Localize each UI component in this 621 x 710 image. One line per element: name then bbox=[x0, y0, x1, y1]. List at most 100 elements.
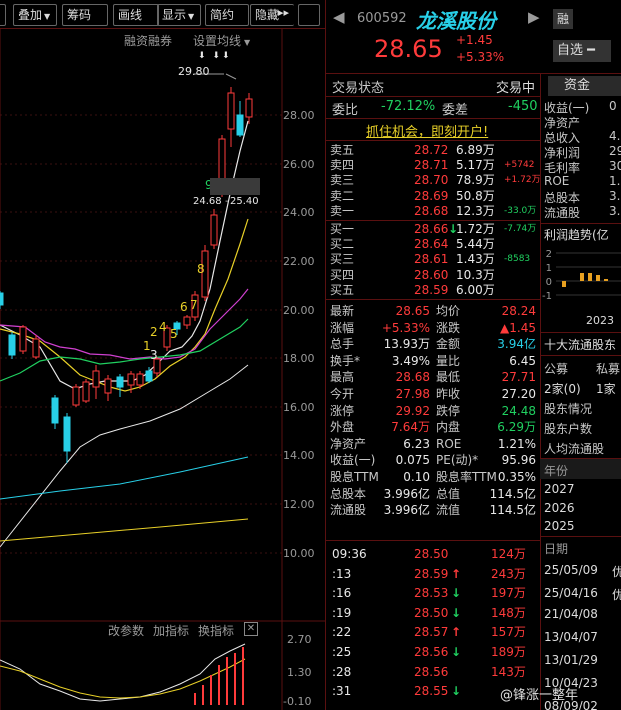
kline-svg: 1234 56 789 bbox=[0, 29, 325, 710]
toolbar-extra-button[interactable] bbox=[298, 4, 320, 26]
candle-body bbox=[236, 114, 244, 136]
trend-y-tick: 0 bbox=[546, 277, 552, 288]
td-count-label: 6 bbox=[180, 300, 188, 314]
date-row[interactable]: 13/04/07 bbox=[544, 630, 612, 644]
fundamental-value: 3.99 bbox=[609, 204, 621, 218]
chevron-down-icon: ▼ bbox=[44, 12, 51, 21]
trend-bar bbox=[588, 273, 592, 281]
trend-bar bbox=[580, 273, 584, 281]
modify-params-button[interactable]: 改参数 bbox=[108, 622, 144, 639]
candle-body bbox=[82, 381, 90, 402]
indicator-bar bbox=[234, 653, 236, 705]
y-tick: 20.00 bbox=[283, 304, 315, 317]
candle-body bbox=[210, 214, 218, 246]
y-tick: 22.00 bbox=[283, 255, 315, 268]
y-tick: 12.00 bbox=[283, 498, 315, 511]
chevron-down-icon: ▼ bbox=[188, 12, 195, 21]
indicator-tick: 1.30 bbox=[287, 666, 312, 679]
display-label: 显示 bbox=[162, 8, 187, 22]
top-holders-title[interactable]: 十大流通股东 bbox=[544, 336, 621, 353]
candle-body bbox=[183, 316, 191, 326]
candle-body bbox=[51, 397, 59, 424]
draw-line-button[interactable]: 画线 bbox=[113, 4, 159, 26]
candle-body bbox=[63, 416, 71, 452]
watermark: @锋涨一整年 bbox=[500, 688, 579, 703]
trend-y-tick: 2 bbox=[546, 249, 552, 260]
trend-y-tick: 1 bbox=[546, 263, 552, 274]
indicator-lines bbox=[0, 643, 246, 702]
holder-private-count: 1家 bbox=[596, 382, 616, 396]
candle-body bbox=[8, 334, 16, 356]
trend-bar bbox=[596, 275, 600, 281]
display-button[interactable]: 显示 ▼ bbox=[157, 4, 201, 26]
candle-body bbox=[245, 98, 253, 118]
quote-panel: ◀ 600592 龙溪股份 ▶ 融 28.65 +1.45 +5.33% 自选 … bbox=[326, 0, 621, 710]
ma250-line bbox=[0, 518, 249, 542]
candle-body bbox=[32, 338, 40, 358]
date-row[interactable]: 25/04/16 bbox=[544, 586, 612, 600]
fundamentals-column: 收益(一)0净资产总收入4.0净利润298毛利率30.ROE1.总股本3.99流… bbox=[326, 0, 621, 710]
holder-link[interactable]: 股东户数 bbox=[544, 420, 621, 437]
down-arrows-icon: ⬇ ⬇⬇ bbox=[198, 51, 232, 61]
indicator-tick: 2.70 bbox=[287, 633, 312, 646]
date-row[interactable]: 13/01/29 bbox=[544, 653, 612, 667]
kline-chart[interactable]: 融资融券 设置均线 ▼ 123456789 29.80 ⬇ ⬇⬇ 24.68 - … bbox=[0, 29, 325, 710]
indicator-bars bbox=[194, 647, 244, 705]
candle-body bbox=[104, 378, 112, 394]
td-count-label: 5 bbox=[170, 327, 178, 341]
expand-arrows-icon[interactable]: ▸▸ bbox=[278, 6, 289, 19]
range-high-label: 25.40 bbox=[230, 196, 259, 207]
fundamental-value: 4.0 bbox=[609, 129, 621, 143]
y-tick: 28.00 bbox=[283, 109, 315, 122]
candle-body bbox=[136, 373, 144, 386]
td-count-label: 3 bbox=[150, 348, 158, 362]
td-count-label: 8 bbox=[197, 262, 205, 276]
ma120-line bbox=[0, 456, 249, 500]
indicator-tick: -0.10 bbox=[283, 695, 312, 708]
date-row[interactable]: 21/04/08 bbox=[544, 607, 612, 621]
y-tick: 24.00 bbox=[283, 206, 315, 219]
indicator-bar bbox=[226, 657, 228, 705]
divider bbox=[540, 355, 621, 356]
y-tick: 14.00 bbox=[283, 449, 315, 462]
holder-link[interactable]: 人均流通股 bbox=[544, 440, 621, 457]
candle-body bbox=[72, 386, 80, 406]
year-row: 2025 bbox=[544, 519, 575, 533]
fundamental-value: 1. bbox=[609, 174, 621, 188]
chips-button[interactable]: 筹码 bbox=[62, 4, 108, 26]
fundamental-value: 0 bbox=[609, 99, 617, 113]
y-tick: 10.00 bbox=[283, 547, 315, 560]
indicator-bar bbox=[242, 647, 244, 705]
date-tag: 优 bbox=[612, 588, 621, 602]
profit-trend-title[interactable]: 利润趋势(亿 bbox=[544, 226, 621, 243]
td-count-label: 2 bbox=[150, 325, 158, 339]
fundamental-value: 30. bbox=[609, 159, 621, 173]
year-row: 2026 bbox=[544, 501, 575, 515]
indicator-line-1 bbox=[0, 643, 246, 702]
fundamental-value: 3.99 bbox=[609, 189, 621, 203]
overlay-button[interactable]: 叠加 ▼ bbox=[13, 4, 57, 26]
trend-bar bbox=[562, 281, 566, 287]
candle-body bbox=[145, 370, 153, 382]
range-low-label: 24.68 bbox=[193, 196, 222, 207]
td-count-label: 4 bbox=[159, 320, 167, 334]
divider bbox=[540, 536, 621, 537]
trend-year-label: 2023 bbox=[586, 314, 614, 327]
simple-mode-button[interactable]: 简约 bbox=[205, 4, 249, 26]
date-row[interactable]: 25/05/09 bbox=[544, 563, 612, 577]
candle-body bbox=[127, 373, 135, 386]
overlay-label: 叠加 bbox=[18, 8, 43, 22]
indicator-bar bbox=[210, 675, 212, 705]
switch-indicator-button[interactable]: 换指标 bbox=[198, 622, 234, 639]
add-indicator-button[interactable]: 加指标 bbox=[153, 622, 189, 639]
range-separator: - bbox=[225, 196, 229, 207]
date-tag: 优 bbox=[612, 565, 621, 579]
holder-col-private: 私募 bbox=[596, 362, 621, 376]
candle-body bbox=[0, 292, 4, 306]
toolbar-edge[interactable] bbox=[0, 4, 6, 26]
close-icon[interactable]: ✕ bbox=[244, 622, 258, 636]
fundamental-value: 298 bbox=[609, 144, 621, 158]
candle-body bbox=[227, 92, 235, 130]
y-tick: 16.00 bbox=[283, 401, 315, 414]
holder-link[interactable]: 股东情况 bbox=[544, 400, 621, 417]
